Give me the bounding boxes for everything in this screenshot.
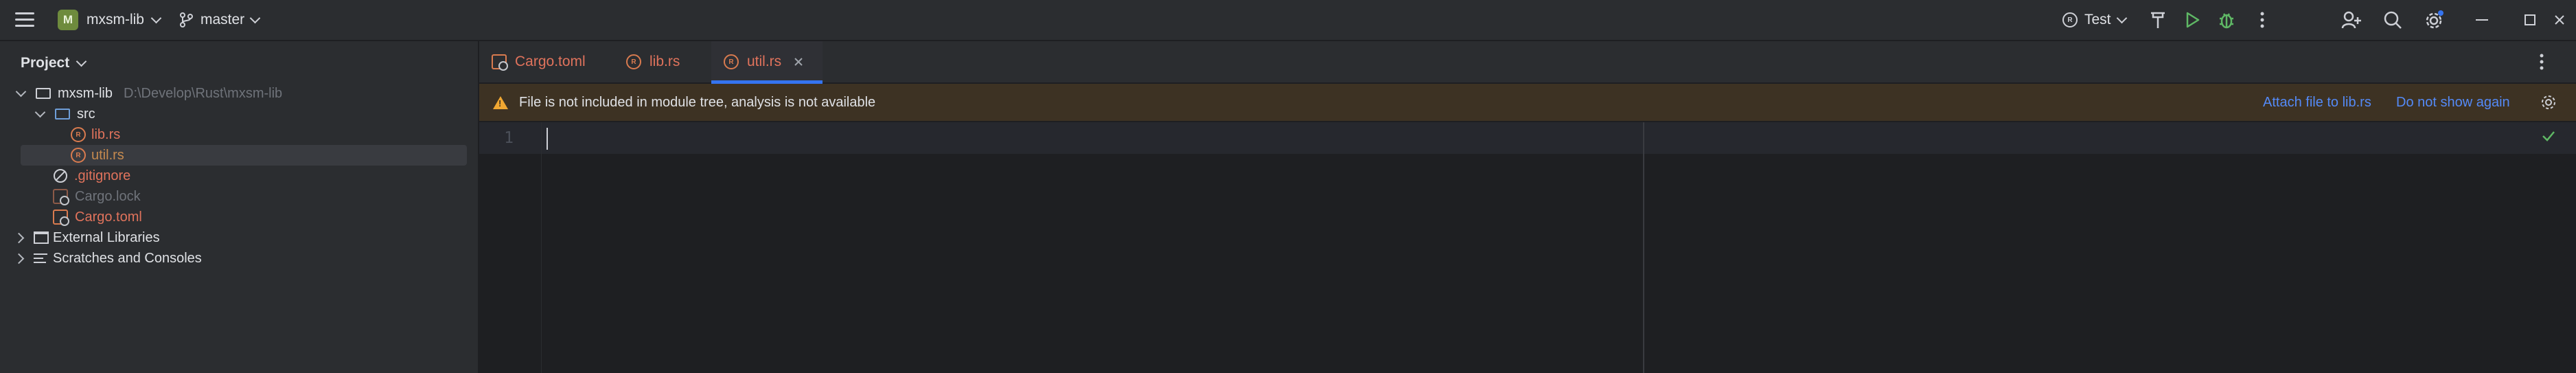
bug-icon <box>2220 13 2233 29</box>
run-config-label: Test <box>2084 12 2111 27</box>
ignore-file-icon <box>54 169 67 183</box>
tree-item-label: Cargo.lock <box>75 188 141 204</box>
tab-util-rs[interactable]: R util.rs <box>711 41 823 84</box>
run-button[interactable] <box>2181 8 2204 32</box>
tree-item-label: mxsm-lib <box>58 85 113 101</box>
current-line-highlight <box>479 122 2576 154</box>
line-number: 1 <box>504 129 514 147</box>
add-user-icon <box>2341 11 2361 29</box>
gear-icon <box>2426 10 2443 29</box>
checkmark-icon[interactable] <box>2542 131 2555 142</box>
line-number-gutter: 1 <box>479 122 541 373</box>
build-button[interactable] <box>2146 8 2170 32</box>
tree-item-label: .gitignore <box>74 168 131 183</box>
branch-name: master <box>200 12 245 27</box>
banner-message: File is not included in module tree, ana… <box>519 94 876 110</box>
restore-button[interactable] <box>2506 0 2554 40</box>
hammer-icon <box>2151 12 2165 28</box>
debug-button[interactable] <box>2215 8 2238 32</box>
project-switcher[interactable]: M mxsm-lib <box>58 0 162 40</box>
project-tool-window: Project mxsm-lib D:\Develop\Rust\mxsm-li… <box>0 41 479 373</box>
module-tree-warning-banner: File is not included in module tree, ana… <box>479 84 2576 122</box>
tree-item-label: lib.rs <box>91 126 121 142</box>
settings-button[interactable] <box>2422 8 2446 32</box>
tree-item-scratches[interactable]: Scratches and Consoles <box>0 248 478 269</box>
cargo-file-icon <box>53 189 69 205</box>
git-branch-icon <box>180 12 193 27</box>
tree-item-cargo-toml[interactable]: Cargo.toml <box>0 207 478 227</box>
library-icon <box>34 231 49 244</box>
tab-actions-button[interactable] <box>2539 53 2544 74</box>
chevron-down-icon <box>150 12 162 23</box>
tree-item-util-rs[interactable]: R util.rs <box>0 145 478 166</box>
source-folder-icon <box>55 109 70 120</box>
tree-item-root[interactable]: mxsm-lib D:\Develop\Rust\mxsm-lib <box>0 83 478 104</box>
cargo-file-icon <box>53 210 69 226</box>
tab-lib-rs[interactable]: R lib.rs <box>626 41 688 82</box>
branch-switcher[interactable]: master <box>179 0 261 40</box>
more-vertical-icon <box>2260 12 2264 28</box>
minimize-button[interactable] <box>2458 0 2506 40</box>
tree-item-gitignore[interactable]: .gitignore <box>0 166 478 186</box>
chevron-down-icon <box>76 56 87 67</box>
search-icon <box>2384 11 2402 29</box>
add-user-button[interactable] <box>2340 8 2363 32</box>
cargo-file-icon <box>492 54 508 71</box>
tab-cargo-toml[interactable]: Cargo.toml <box>492 41 595 82</box>
close-tab-icon[interactable] <box>794 57 803 67</box>
tab-label: util.rs <box>747 54 782 69</box>
more-vertical-icon <box>2540 54 2544 70</box>
project-name: mxsm-lib <box>87 12 144 27</box>
minimize-icon <box>2476 19 2488 21</box>
tree-item-cargo-lock[interactable]: Cargo.lock <box>0 186 478 207</box>
tree-item-external-libraries[interactable]: External Libraries <box>0 227 478 248</box>
hamburger-icon <box>15 12 34 27</box>
tab-label: lib.rs <box>649 54 680 69</box>
collapse-arrow-icon[interactable] <box>13 253 25 264</box>
gear-icon[interactable] <box>2540 94 2557 111</box>
tab-label: Cargo.toml <box>515 54 586 69</box>
rust-file-icon: R <box>724 54 739 69</box>
rust-file-icon: R <box>71 148 86 163</box>
expand-arrow-icon[interactable] <box>15 86 27 98</box>
play-icon <box>2186 12 2200 28</box>
attach-file-link[interactable]: Attach file to lib.rs <box>2263 95 2371 111</box>
close-window-button[interactable] <box>2554 0 2576 40</box>
project-view-selector[interactable]: Project <box>21 51 87 76</box>
code-editor[interactable]: 1 <box>479 122 2576 373</box>
project-badge-icon: M <box>58 10 78 30</box>
gutter-divider <box>541 122 542 373</box>
chevron-down-icon <box>2116 12 2127 23</box>
tree-item-label: External Libraries <box>53 229 160 245</box>
more-actions-button[interactable] <box>2251 8 2274 32</box>
right-margin-guide <box>1643 122 1644 373</box>
title-bar: M mxsm-lib master R Test <box>0 0 2576 41</box>
search-button[interactable] <box>2381 8 2404 32</box>
tree-item-label: src <box>77 106 95 122</box>
text-caret <box>547 128 548 150</box>
tree-item-label: Cargo.toml <box>75 209 142 225</box>
do-not-show-again-link[interactable]: Do not show again <box>2396 95 2510 111</box>
project-panel-title: Project <box>21 55 70 71</box>
collapse-arrow-icon[interactable] <box>13 232 25 243</box>
chevron-down-icon <box>249 12 261 23</box>
folder-icon <box>36 88 51 99</box>
tree-item-label: Scratches and Consoles <box>53 250 202 266</box>
editor-tabs: Cargo.toml R lib.rs R util.rs <box>479 41 2576 84</box>
tree-item-path: D:\Develop\Rust\mxsm-lib <box>124 85 283 101</box>
run-config-selector[interactable]: R Test <box>2062 0 2127 40</box>
tree-item-lib-rs[interactable]: R lib.rs <box>0 124 478 145</box>
rust-file-icon: R <box>626 54 641 69</box>
expand-arrow-icon[interactable] <box>34 106 46 118</box>
restore-icon <box>2525 14 2535 25</box>
tree-item-label: util.rs <box>91 147 124 163</box>
rust-file-icon: R <box>71 127 86 142</box>
close-icon <box>2555 15 2564 25</box>
scratches-icon <box>34 252 47 264</box>
tree-item-src[interactable]: src <box>0 104 478 124</box>
rust-icon: R <box>2062 12 2078 27</box>
warning-icon <box>493 95 508 109</box>
main-menu-button[interactable] <box>15 0 40 40</box>
